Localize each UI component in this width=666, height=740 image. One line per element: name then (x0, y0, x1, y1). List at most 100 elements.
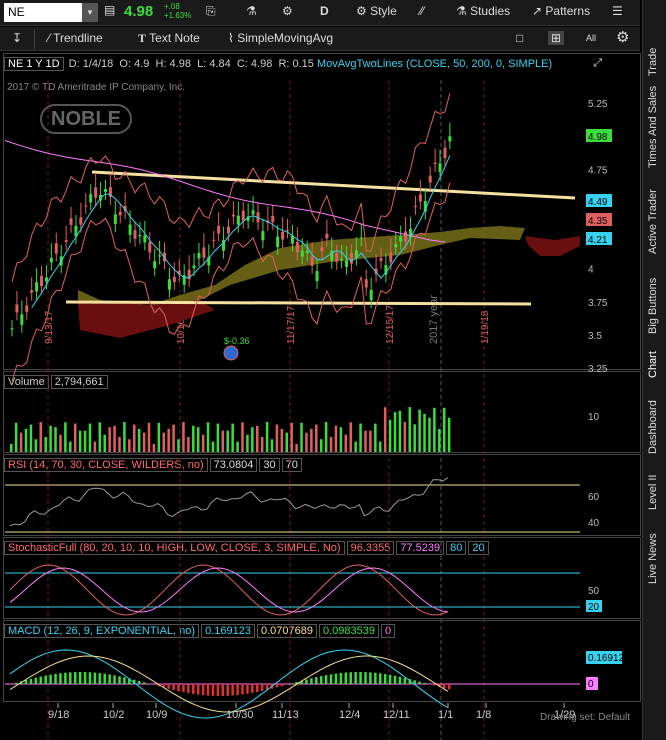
macd-histogram-bar (398, 676, 402, 684)
macd-histogram-bar (379, 673, 382, 684)
side-times-sales[interactable]: Times And Sales (647, 86, 659, 168)
volume-bar (182, 422, 185, 452)
support-trendline (65, 300, 532, 306)
x-tick-label: 10/9 (146, 709, 167, 721)
candle-body (295, 241, 299, 253)
candle-body (276, 236, 280, 248)
macd-histogram-bar (369, 672, 372, 684)
macd-histogram-bar (113, 675, 116, 684)
volume-bar (319, 439, 323, 452)
volume-bar (142, 432, 146, 452)
candle-body (448, 136, 452, 142)
volume-bar (339, 427, 343, 452)
candle-body (364, 279, 368, 288)
chart-drawing: 5.2554.754.54.2543.753.53.259/13/1710/16… (4, 80, 625, 740)
macd-histogram-bar (236, 684, 239, 696)
side-dashboard[interactable]: Dashboard (647, 400, 659, 454)
side-chart[interactable]: Chart (647, 351, 659, 378)
candle-body (443, 147, 447, 159)
candle-body (310, 256, 314, 266)
macd-histogram-bar (216, 684, 220, 696)
macd-histogram-bar (73, 672, 77, 684)
volume-bar (344, 434, 348, 452)
macd-histogram-bar (167, 684, 170, 689)
volume-bar (251, 427, 254, 452)
volume-bar (275, 424, 279, 452)
volume-bar (305, 432, 308, 452)
volume-bar (433, 407, 436, 452)
macd-histogram-bar (403, 677, 407, 684)
macd-histogram-bar (118, 676, 121, 684)
x-tick-label: 1/8 (476, 709, 491, 721)
side-trade[interactable]: Trade (647, 48, 659, 76)
volume-bar (39, 422, 43, 452)
macd-histogram-bar (310, 678, 313, 684)
macd-histogram-bar (251, 684, 254, 693)
candle-body (138, 235, 142, 237)
volume-bar (241, 422, 244, 452)
candle-body (261, 231, 265, 241)
volume-bar (413, 424, 416, 452)
candle-body (379, 257, 383, 261)
volume-bar (49, 425, 52, 452)
volume-bar (162, 432, 166, 452)
volume-bar (10, 444, 13, 452)
volume-bar (93, 441, 97, 452)
volume-bar (88, 423, 92, 452)
candle-body (44, 277, 48, 282)
volume-bar (14, 422, 18, 452)
rsi-tick: 40 (588, 518, 600, 529)
side-active-trader[interactable]: Active Trader (647, 189, 659, 254)
macd-histogram-bar (152, 684, 156, 685)
macd-histogram-bar (93, 672, 97, 684)
price-tag-value: 4.49 (588, 197, 608, 208)
side-level2[interactable]: Level II (647, 475, 659, 510)
volume-bar (128, 439, 131, 452)
dividend-label: $-0.36 (224, 336, 250, 346)
candle-body (217, 225, 221, 234)
macd-histogram-bar (123, 677, 126, 684)
volume-bar (152, 443, 156, 452)
side-live-news[interactable]: Live News (647, 533, 659, 584)
volume-bar (133, 424, 136, 452)
volume-bar (44, 436, 47, 452)
candle-body (30, 290, 34, 293)
dividend-icon (223, 345, 239, 361)
volume-bar (123, 422, 126, 452)
volume-bar (211, 441, 215, 452)
macd-histogram-bar (231, 684, 234, 696)
candle-body (40, 276, 44, 287)
macd-histogram-bar (388, 674, 392, 684)
volume-bar (19, 432, 23, 452)
stoch-tag-value: 20 (588, 602, 600, 613)
x-tick-label: 9/18 (48, 709, 69, 721)
candle-body (94, 187, 98, 198)
candle-body (394, 243, 398, 248)
macd-histogram-bar (339, 672, 343, 684)
volume-bar (364, 430, 367, 452)
date-marker-label: 11/17/17 (286, 305, 297, 344)
macd-histogram-bar (14, 682, 18, 684)
macd-histogram-bar (187, 684, 190, 694)
volume-bar (196, 427, 200, 452)
macd-histogram-bar (319, 676, 323, 684)
macd-histogram-bar (359, 672, 362, 684)
ma-50-line (31, 155, 451, 309)
candle-body (340, 258, 344, 261)
volume-bar (206, 422, 210, 452)
volume-bar (226, 430, 229, 452)
volume-bar (359, 423, 362, 452)
macd-histogram-bar (226, 684, 229, 696)
macd-histogram-bar (88, 672, 92, 684)
candle-body (404, 231, 408, 242)
macd-histogram-bar (137, 680, 141, 684)
volume-bar (270, 439, 274, 452)
candle-body (64, 240, 68, 242)
candle-body (418, 194, 422, 202)
side-big-buttons[interactable]: Big Buttons (647, 278, 659, 334)
volume-bar (369, 430, 372, 452)
volume-bar (98, 422, 102, 452)
price-tick: 3.25 (588, 364, 608, 375)
macd-histogram-bar (206, 684, 210, 696)
candle-body (20, 314, 24, 325)
